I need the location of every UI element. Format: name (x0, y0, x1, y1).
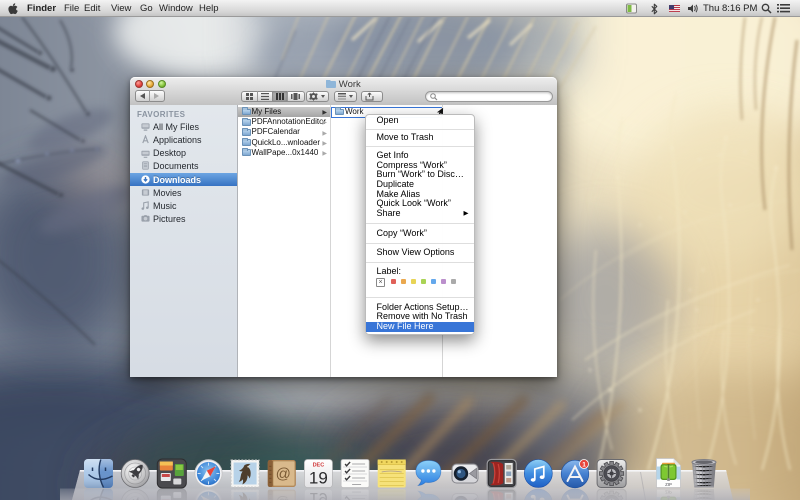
svg-text:1: 1 (582, 462, 586, 469)
svg-text:@: @ (276, 466, 291, 483)
svg-text:19: 19 (309, 469, 328, 488)
svg-text:ZIP: ZIP (665, 482, 672, 487)
